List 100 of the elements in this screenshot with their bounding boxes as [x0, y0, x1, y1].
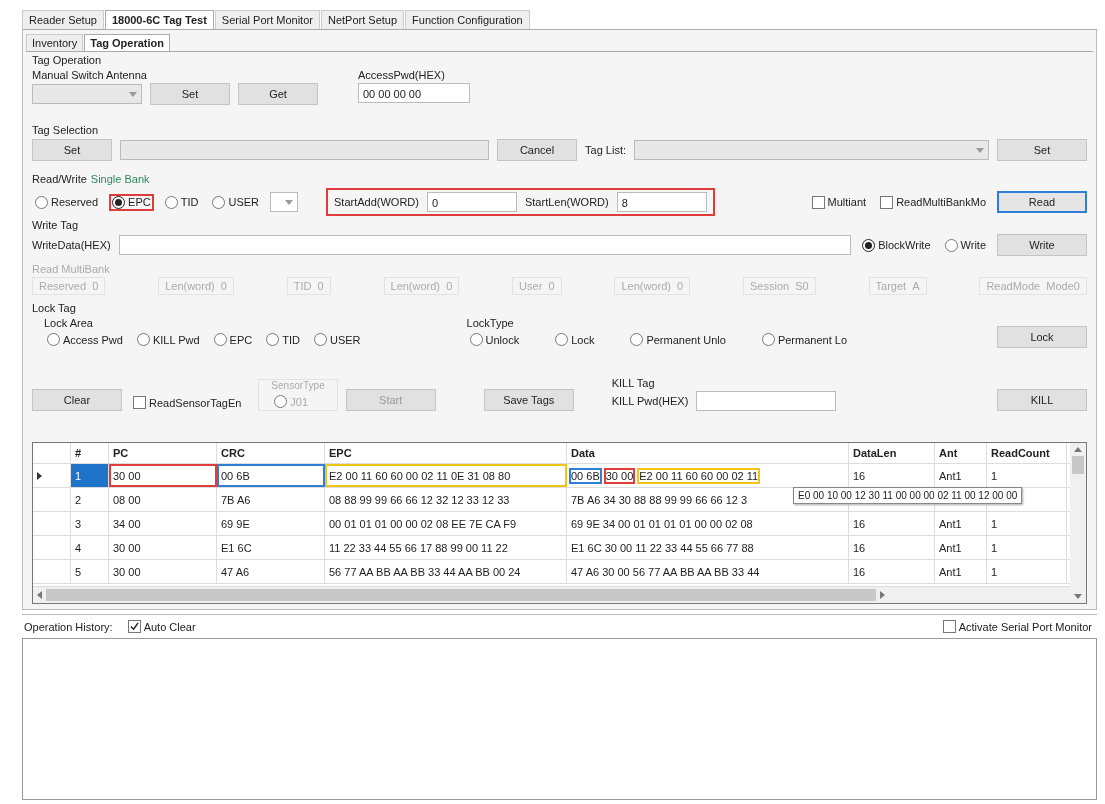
- write-data-label: WriteData(HEX): [32, 239, 111, 251]
- tag-list-dropdown[interactable]: [634, 140, 989, 160]
- read-write-label: Read/Write: [32, 173, 87, 185]
- table-cell: 5: [71, 560, 109, 583]
- current-row-icon: [37, 471, 42, 480]
- data-text: 00 6B: [569, 467, 602, 484]
- set-button[interactable]: Set: [32, 139, 112, 161]
- cancel-button[interactable]: Cancel: [497, 139, 578, 161]
- column-header[interactable]: #: [71, 443, 109, 463]
- scroll-left-icon[interactable]: [37, 591, 42, 599]
- table-cell: 16: [849, 536, 935, 559]
- write-button[interactable]: Write: [997, 234, 1087, 256]
- lock-tag-label: Lock Tag: [32, 302, 77, 314]
- auto-clear-checkbox[interactable]: Auto Clear: [124, 618, 199, 635]
- serial-monitor-checkbox[interactable]: Activate Serial Port Monitor: [939, 618, 1095, 635]
- save-tags-button[interactable]: Save Tags: [483, 389, 574, 411]
- bank-radio[interactable]: EPC: [109, 193, 154, 211]
- kill-button[interactable]: KILL: [997, 389, 1087, 411]
- lock-type-label: LockType: [466, 317, 515, 329]
- bank-radio[interactable]: TID: [161, 193, 202, 211]
- scroll-thumb[interactable]: [1072, 456, 1084, 474]
- write-mode-radio[interactable]: BlockWrite: [859, 236, 934, 254]
- caret-icon: [285, 199, 293, 205]
- table-cell: 3: [71, 512, 109, 535]
- access-password-field[interactable]: 00 00 00 00: [358, 83, 470, 103]
- scroll-right-icon[interactable]: [880, 591, 885, 599]
- lock-area-radio[interactable]: KILL Pwd: [133, 331, 203, 348]
- sensor-type-label: SensorType: [271, 380, 325, 391]
- read-button[interactable]: Read: [997, 191, 1087, 213]
- group-title: Tag Operation: [32, 54, 103, 66]
- lock-button[interactable]: Lock: [997, 326, 1087, 348]
- table-cell: E1 6C: [217, 536, 325, 559]
- write-data-field[interactable]: [118, 235, 852, 255]
- scroll-thumb[interactable]: [46, 589, 876, 601]
- table-cell: 16: [849, 512, 935, 535]
- main-tab[interactable]: Reader Setup: [22, 10, 104, 29]
- lock-area-radio[interactable]: Access Pwd: [44, 331, 126, 348]
- lock-area-radio[interactable]: TID: [263, 331, 303, 348]
- data-text: 7B A6 34 30 88 88 99 99 66 66 12 3: [570, 492, 749, 508]
- table-cell: 7B A6: [217, 488, 325, 511]
- scroll-up-icon[interactable]: [1074, 447, 1082, 452]
- main-tab[interactable]: Serial Port Monitor: [214, 10, 320, 29]
- bank-radio[interactable]: Reserved: [32, 193, 102, 211]
- option-checkbox[interactable]: Multiant: [808, 193, 870, 211]
- data-text: E1 6C 30 00 11 22 33 44 55 66 77 88: [570, 540, 755, 556]
- table-cell: 4: [71, 536, 109, 559]
- single-bank-link[interactable]: Single Bank: [90, 173, 150, 185]
- selection-field[interactable]: [120, 140, 490, 160]
- table-cell: 1: [71, 464, 109, 487]
- column-header[interactable]: Ant: [935, 443, 987, 463]
- option-checkbox[interactable]: ReadMultiBankMo: [877, 193, 989, 211]
- write-mode-radio[interactable]: Write: [941, 236, 989, 254]
- scroll-down-icon[interactable]: [1074, 594, 1082, 599]
- table-cell: 47 A6: [217, 560, 325, 583]
- column-header[interactable]: Data: [567, 443, 849, 463]
- antenna-dropdown[interactable]: [32, 84, 142, 104]
- table-cell: 30 00: [109, 536, 217, 559]
- horizontal-scrollbar[interactable]: [33, 586, 1070, 603]
- lock-type-radio[interactable]: Lock: [552, 331, 598, 348]
- access-password-label: AccessPwd(HEX): [358, 69, 446, 81]
- lock-type-radio[interactable]: Permanent Lo: [758, 331, 850, 348]
- kill-password-label: KILL Pwd(HEX): [611, 395, 689, 407]
- kill-password-field[interactable]: [696, 391, 837, 411]
- lock-type-radio[interactable]: Permanent Unlo: [627, 331, 729, 348]
- table-cell: 30 00: [109, 560, 217, 583]
- lock-type-radio[interactable]: Unlock: [466, 331, 523, 348]
- set-button[interactable]: Set: [150, 83, 230, 105]
- check-icon: [129, 622, 139, 631]
- bank-radio[interactable]: USER: [209, 193, 262, 211]
- table-cell: 16: [849, 560, 935, 583]
- sensor-checkbox[interactable]: ReadSensorTagEn: [130, 394, 245, 411]
- lock-area-radio[interactable]: USER: [310, 331, 364, 348]
- sub-tab[interactable]: Tag Operation: [84, 34, 170, 51]
- lock-area-radio[interactable]: EPC: [210, 331, 256, 348]
- set-button[interactable]: Set: [997, 139, 1087, 161]
- vertical-scrollbar[interactable]: [1070, 443, 1086, 603]
- column-header[interactable]: DataLen: [849, 443, 935, 463]
- column-header[interactable]: ReadCount: [987, 443, 1067, 463]
- cell-tooltip: E0 00 10 00 12 30 11 00 00 00 02 11 00 12 00 00: [793, 487, 1023, 504]
- main-tab[interactable]: Function Configuration: [405, 10, 530, 29]
- table-cell: E2 00 11 60 60 00 02 11 0E 31 08 80: [325, 464, 567, 487]
- start-address-field[interactable]: 0: [426, 192, 517, 212]
- table-cell: 00 01 01 01 00 00 02 08 EE 7E CA F9: [325, 512, 567, 535]
- data-text: 69 9E 34 00 01 01 01 01 00 00 02 08: [570, 516, 754, 532]
- get-button[interactable]: Get: [238, 83, 318, 105]
- main-tab[interactable]: 18000-6C Tag Test: [104, 10, 214, 29]
- column-header[interactable]: PC: [109, 443, 217, 463]
- table-cell: 1: [987, 560, 1067, 583]
- column-header[interactable]: CRC: [217, 443, 325, 463]
- kill-tag-label: KILL Tag: [611, 377, 656, 389]
- bank-dropdown[interactable]: [270, 192, 298, 212]
- sub-tab[interactable]: Inventory: [26, 34, 84, 51]
- clear-button[interactable]: Clear: [32, 389, 122, 411]
- table-cell: 30 00: [109, 464, 217, 487]
- column-header[interactable]: EPC: [325, 443, 567, 463]
- main-tab[interactable]: NetPort Setup: [320, 10, 405, 29]
- table-cell: 69 9E: [217, 512, 325, 535]
- tag-list-label: Tag List:: [585, 144, 626, 156]
- caret-icon: [129, 91, 137, 97]
- start-length-field[interactable]: 8: [616, 192, 707, 212]
